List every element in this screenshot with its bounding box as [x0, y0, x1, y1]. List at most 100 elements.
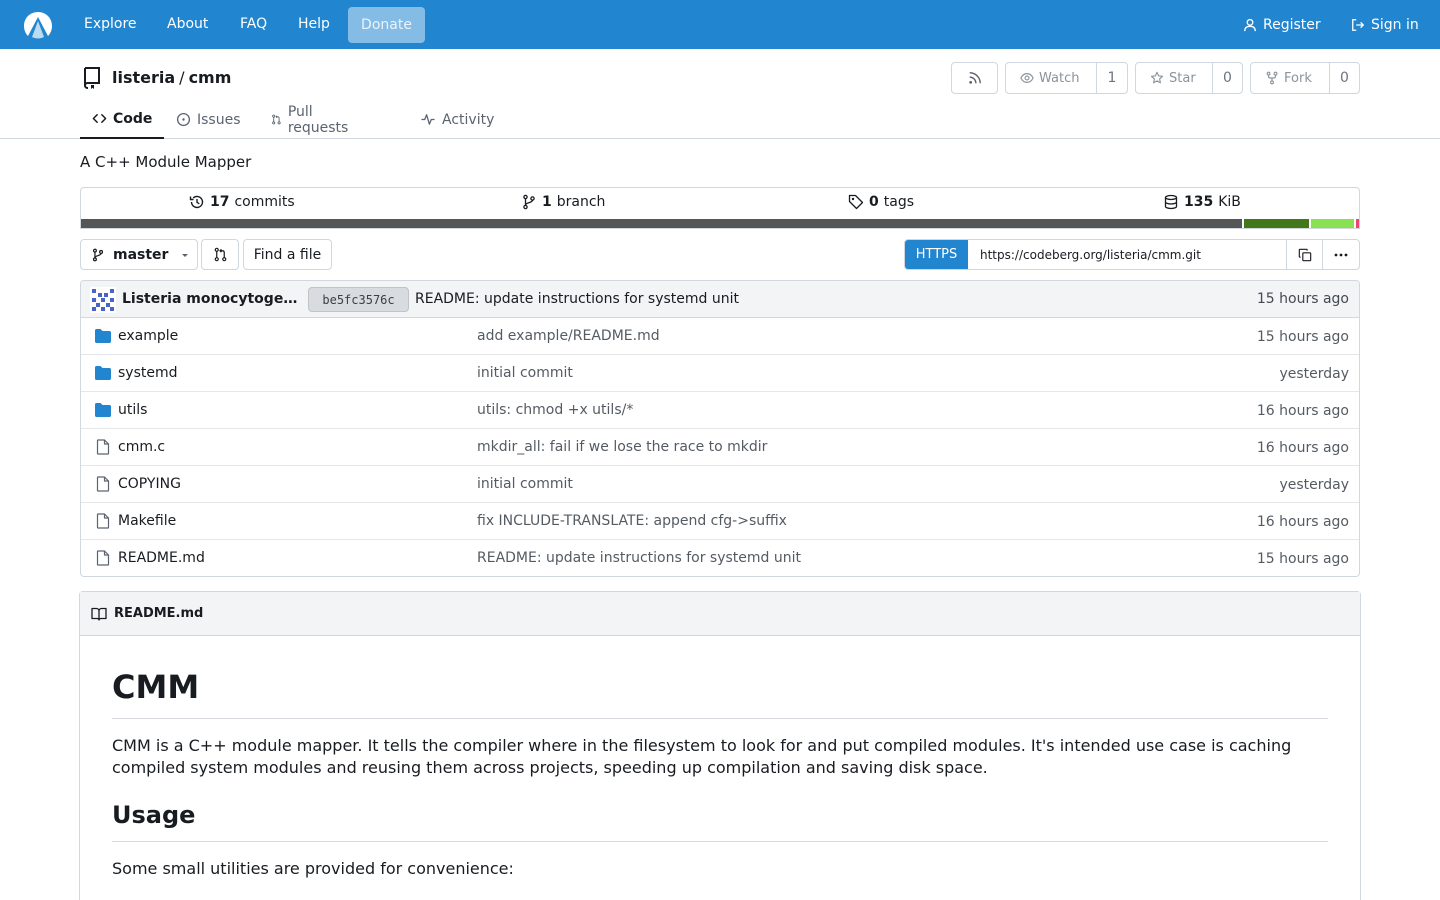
file-commit-message[interactable]: add example/README.md — [477, 328, 660, 344]
fork-button[interactable]: Fork — [1251, 63, 1330, 93]
copy-icon — [1298, 248, 1311, 261]
repo-stats: 17 commits 1 branch 0 tags 135 KiB — [80, 187, 1360, 229]
star-button[interactable]: Star — [1136, 63, 1213, 93]
commit-sha-badge[interactable]: be5fc3576c — [308, 287, 409, 312]
clone-protocol-https[interactable]: HTTPS — [905, 240, 968, 269]
repo-name-link[interactable]: cmm — [189, 68, 232, 87]
avatar[interactable] — [90, 287, 116, 313]
readme-filename[interactable]: README.md — [114, 606, 203, 621]
file-commit-time: 15 hours ago — [1256, 329, 1349, 345]
tab-activity[interactable]: Activity — [420, 100, 494, 139]
commits-label: commits — [234, 194, 295, 210]
rss-button[interactable] — [951, 62, 998, 94]
file-commit-message[interactable]: utils: chmod +x utils/* — [477, 402, 633, 418]
fork-icon — [1266, 71, 1278, 85]
tag-icon — [848, 194, 864, 210]
repo-description: A C++ Module Mapper — [80, 153, 252, 171]
tab-code[interactable]: Code — [80, 100, 164, 139]
nav-explore[interactable]: Explore — [84, 0, 137, 49]
find-file-button[interactable]: Find a file — [243, 239, 332, 270]
tags-stat[interactable]: 0 tags — [848, 194, 914, 210]
commit-message[interactable]: README: update instructions for systemd … — [415, 291, 739, 307]
language-segment[interactable] — [81, 219, 1242, 228]
file-commit-time: 15 hours ago — [1256, 551, 1349, 567]
readme-panel: README.md CMM CMM is a C++ module mapper… — [79, 591, 1361, 900]
star-count[interactable]: 0 — [1213, 63, 1242, 93]
sign-in-icon — [1352, 18, 1365, 31]
file-name[interactable]: COPYING — [118, 476, 181, 492]
heading-divider — [112, 718, 1328, 719]
tags-label: tags — [883, 194, 914, 210]
donate-button[interactable]: Donate — [348, 7, 425, 43]
file-name[interactable]: README.md — [118, 550, 205, 566]
nav-faq[interactable]: FAQ — [240, 0, 267, 49]
folder-icon — [95, 403, 111, 417]
register-link[interactable]: Register — [1243, 0, 1321, 49]
language-segment[interactable] — [1354, 219, 1359, 228]
file-commit-message[interactable]: initial commit — [477, 365, 573, 381]
watch-button[interactable]: Watch — [1006, 63, 1097, 93]
clone-url-input[interactable] — [968, 240, 1286, 269]
caret-down-icon — [182, 253, 189, 257]
register-label: Register — [1263, 16, 1321, 33]
book-open-icon — [91, 607, 107, 621]
rss-icon — [968, 72, 981, 84]
copy-url-button[interactable] — [1286, 240, 1322, 269]
file-name[interactable]: Makefile — [118, 513, 176, 529]
size-value: 135 — [1184, 194, 1214, 210]
tab-issues-label: Issues — [197, 111, 241, 128]
fork-count[interactable]: 0 — [1330, 63, 1359, 93]
heading-divider — [112, 841, 1328, 842]
branch-selector[interactable]: master — [80, 239, 198, 270]
latest-commit-row: Listeria monocytogenes be5fc3576c README… — [81, 281, 1359, 318]
repo-separator: / — [179, 67, 185, 87]
watch-group: Watch 1 — [1005, 62, 1128, 94]
compare-button[interactable] — [201, 239, 239, 270]
database-icon — [1164, 194, 1178, 210]
language-segment[interactable] — [1242, 219, 1309, 228]
more-options-button[interactable] — [1322, 240, 1359, 269]
nav-about[interactable]: About — [167, 0, 208, 49]
tab-issues[interactable]: Issues — [176, 100, 241, 139]
table-row: cmm.c mkdir_all: fail if we lose the rac… — [81, 429, 1359, 466]
fork-group: Fork 0 — [1250, 62, 1360, 94]
table-row: README.md README: update instructions fo… — [81, 540, 1359, 576]
folder-icon — [95, 329, 111, 343]
file-name[interactable]: utils — [118, 402, 147, 418]
star-icon — [1150, 71, 1164, 84]
file-name[interactable]: cmm.c — [118, 439, 165, 455]
branch-icon — [523, 194, 535, 210]
folder-icon — [95, 366, 111, 380]
branches-stat[interactable]: 1 branch — [521, 194, 605, 210]
clone-panel: HTTPS — [904, 239, 1360, 270]
commit-author[interactable]: Listeria monocytogenes — [122, 291, 300, 307]
star-label: Star — [1169, 70, 1196, 86]
readme-intro: CMM is a C++ module mapper. It tells the… — [112, 736, 1292, 777]
pull-request-icon — [272, 114, 281, 125]
file-commit-time: yesterday — [1279, 366, 1349, 382]
file-commit-message[interactable]: README: update instructions for systemd … — [477, 550, 801, 566]
file-name[interactable]: systemd — [118, 365, 178, 381]
language-bar[interactable] — [81, 219, 1359, 228]
codeberg-logo-icon[interactable] — [22, 9, 54, 41]
file-commit-message[interactable]: fix INCLUDE-TRANSLATE: append cfg->suffi… — [477, 513, 787, 529]
file-name[interactable]: example — [118, 328, 178, 344]
commits-stat[interactable]: 17 commits — [189, 194, 295, 210]
file-commit-message[interactable]: mkdir_all: fail if we lose the race to m… — [477, 439, 767, 455]
code-icon — [92, 114, 107, 123]
readme-header: README.md — [80, 592, 1360, 636]
table-row: utils utils: chmod +x utils/* 16 hours a… — [81, 392, 1359, 429]
tab-pull-requests[interactable]: Pull requests — [271, 100, 353, 139]
file-commit-message[interactable]: initial commit — [477, 476, 573, 492]
repo-owner-link[interactable]: listeria — [112, 68, 175, 87]
repo-icon — [83, 67, 100, 89]
watch-count[interactable]: 1 — [1097, 63, 1127, 93]
size-unit: KiB — [1218, 194, 1241, 210]
language-segment[interactable] — [1309, 219, 1354, 228]
signin-link[interactable]: Sign in — [1351, 0, 1419, 49]
nav-help[interactable]: Help — [298, 0, 330, 49]
pulse-icon — [421, 114, 435, 125]
readme-usage-text: Some small utilities are provided for co… — [112, 859, 514, 878]
file-commit-time: 16 hours ago — [1256, 440, 1349, 456]
branches-label: branch — [556, 194, 606, 210]
